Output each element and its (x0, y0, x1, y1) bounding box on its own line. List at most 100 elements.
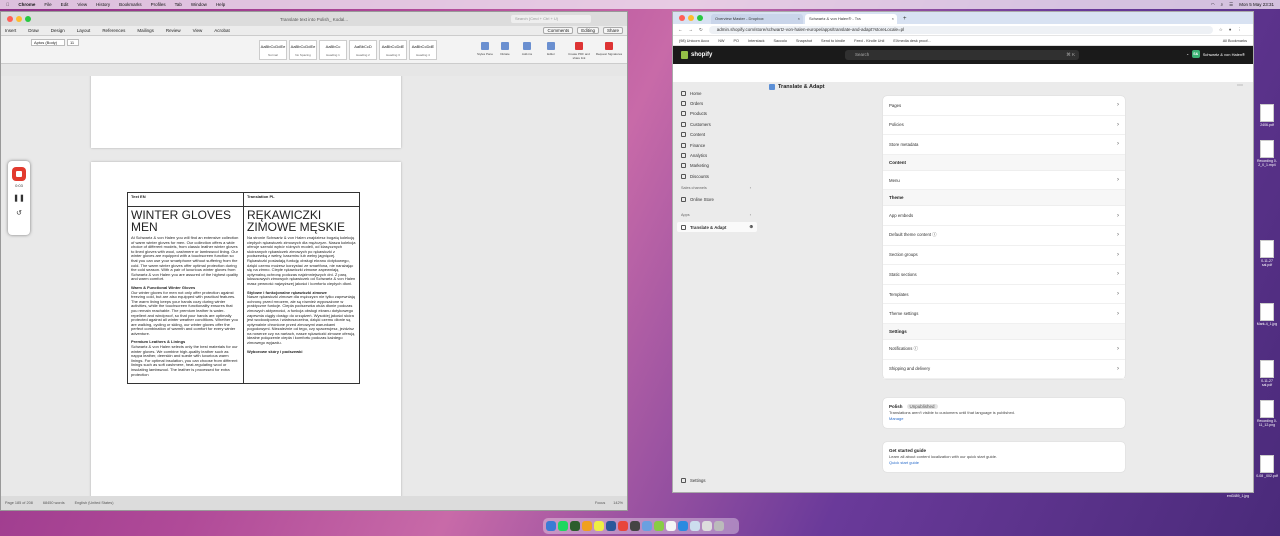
style-heading-3[interactable]: AaBbCcDdE Heading 3 (379, 40, 407, 60)
menu-bookmarks[interactable]: Bookmarks (119, 2, 142, 7)
tab-shopify[interactable]: Schwartz & von Halen® - Tra × (805, 14, 897, 24)
zoom-level[interactable]: 142% (613, 501, 623, 505)
app-icon[interactable] (654, 521, 664, 531)
menu-edit[interactable]: Edit (61, 2, 69, 7)
restart-icon[interactable]: ↺ (8, 209, 30, 217)
minimize-icon[interactable] (16, 16, 22, 22)
styles-pane-button[interactable]: Styles Pane (475, 42, 495, 56)
desktop-file[interactable]: ent3489_1.jpg (1218, 494, 1258, 498)
desktop-file[interactable]: 2406.pdf (1256, 104, 1278, 127)
resource-row-theme-settings[interactable]: Theme settings › (883, 304, 1125, 324)
chrome-icon[interactable] (618, 521, 628, 531)
manage-link[interactable]: Manage (889, 416, 1119, 422)
resource-row-app-embeds[interactable]: App embeds › (883, 206, 1125, 226)
all-bookmarks[interactable]: All Bookmarks (1223, 39, 1247, 43)
menu-history[interactable]: History (96, 2, 110, 7)
nav-settings[interactable]: Settings (677, 476, 706, 486)
menu-view[interactable]: View (77, 2, 87, 7)
trash-icon[interactable] (714, 521, 724, 531)
more-actions-icon[interactable]: ⋯ (1237, 82, 1243, 89)
tab-references[interactable]: References (102, 28, 125, 33)
pin-icon[interactable]: ⊕ (749, 224, 753, 230)
close-tab-icon[interactable]: × (892, 14, 894, 24)
nav-analytics[interactable]: Analytics (677, 150, 757, 160)
nav-customers[interactable]: Customers (677, 119, 757, 129)
tab-dropbox[interactable]: Overview Master - Dropbox × (711, 14, 803, 24)
forward-icon[interactable]: → (689, 27, 694, 32)
word-search-input[interactable]: Search (Cmd + Ctrl + U) (511, 15, 591, 23)
nav-online-store[interactable]: Online Store (677, 195, 757, 205)
request-signatures-button[interactable]: Request Signatures (595, 42, 623, 56)
bookmark[interactable]: Interstack (748, 39, 764, 43)
tab-design[interactable]: Design (51, 28, 65, 33)
word-count[interactable]: 68450 words (43, 501, 65, 505)
cell-text-en[interactable]: WINTER GLOVES MEN At Schwartz & von Hale… (127, 205, 244, 385)
share-button[interactable]: Share (602, 27, 623, 34)
nav-products[interactable]: Products (677, 109, 757, 119)
back-icon[interactable]: ← (678, 27, 683, 32)
zoom-icon[interactable] (25, 16, 31, 22)
app-icon[interactable] (630, 521, 640, 531)
bookmark[interactable]: Saccolo (773, 39, 787, 43)
menu-help[interactable]: Help (216, 2, 225, 7)
store-switcher[interactable]: ◔ S& Schwartz & von Halen® (1186, 50, 1245, 58)
zoom-icon[interactable] (697, 15, 703, 21)
desktop-file[interactable]: 0-11-27 sal.pdf (1256, 360, 1278, 387)
menu-icon[interactable]: ⋮ (1238, 27, 1243, 33)
reload-icon[interactable]: ↻ (699, 27, 703, 33)
sales-channels-heading[interactable]: Sales channels › (677, 186, 757, 195)
editing-button[interactable]: Editing (577, 27, 599, 34)
notification-bell-icon[interactable]: ◔ (1186, 52, 1188, 57)
resource-row-menu[interactable]: Menu › (883, 171, 1125, 191)
tab-draw[interactable]: Draw (28, 28, 39, 33)
resource-row-static-sections[interactable]: Static sections › (883, 265, 1125, 285)
nav-finance[interactable]: Finance (677, 140, 757, 150)
minimize-icon[interactable] (688, 15, 694, 21)
resource-row-default-theme-content[interactable]: Default theme content ⓘ › (883, 226, 1125, 246)
spotify-icon[interactable] (558, 521, 568, 531)
new-tab-button[interactable]: + (903, 14, 907, 24)
close-icon[interactable] (679, 15, 685, 21)
tab-acrobat[interactable]: Acrobat (214, 28, 230, 33)
app-icon[interactable] (702, 521, 712, 531)
close-tab-icon[interactable]: × (798, 14, 800, 24)
profile-icon[interactable]: ● (1229, 27, 1232, 32)
bookmark[interactable]: NW (718, 39, 724, 43)
menu-profiles[interactable]: Profiles (151, 2, 166, 7)
language-status[interactable]: English (United States) (75, 501, 114, 505)
nav-orders[interactable]: Orders (677, 98, 757, 108)
resource-row-notifications[interactable]: Notifications ⓘ › (883, 340, 1125, 360)
tab-review[interactable]: Review (166, 28, 181, 33)
comments-button[interactable]: Comments (543, 27, 574, 34)
apps-heading[interactable]: Apps › (677, 213, 757, 222)
search-icon[interactable]: ⌕ (1221, 2, 1224, 7)
menu-file[interactable]: File (44, 2, 51, 7)
bookmark[interactable]: Feed - Kindle Unli (854, 39, 884, 43)
desktop-file[interactable]: 0-11-27 sal.pdf (1256, 240, 1278, 267)
menu-clock[interactable]: Mon 5 May 23:31 (1239, 2, 1274, 7)
style-heading-2[interactable]: AaBbCcD Heading 2 (349, 40, 377, 60)
menu-tab[interactable]: Tab (175, 2, 182, 7)
tab-layout[interactable]: Layout (77, 28, 91, 33)
tab-mailings[interactable]: Mailings (137, 28, 154, 33)
bookmark[interactable]: (98) Unicorn Acco (679, 39, 709, 43)
app-icon[interactable] (582, 521, 592, 531)
nav-translate-adapt[interactable]: Translate & Adapt ⊕ (677, 221, 757, 233)
notes-icon[interactable] (594, 521, 604, 531)
resource-row-policies[interactable]: Policies › (883, 116, 1125, 136)
shopify-logo[interactable]: shopify (681, 51, 712, 59)
bookmark[interactable]: Send to kindle (821, 39, 845, 43)
document-canvas[interactable]: Text EN Translation PL WINTER GLOVES MEN… (1, 76, 627, 498)
app-icon[interactable] (570, 521, 580, 531)
menu-app-name[interactable]: Chrome (18, 2, 35, 7)
quick-start-guide-link[interactable]: Quick start guide (889, 460, 1119, 466)
desktop-file[interactable]: Recording 0-2_0_1.mp4 (1256, 140, 1278, 167)
bookmark[interactable]: Snapshot (796, 39, 812, 43)
bookmark[interactable]: PO (734, 39, 740, 43)
bookmark[interactable]: EXmedia desk proof... (893, 39, 930, 43)
focus-button[interactable]: Focus (595, 501, 605, 505)
info-icon[interactable]: ⓘ (914, 346, 918, 351)
resource-row-templates[interactable]: Templates › (883, 285, 1125, 305)
menu-window[interactable]: Window (191, 2, 207, 7)
tab-insert[interactable]: Insert (5, 28, 16, 33)
